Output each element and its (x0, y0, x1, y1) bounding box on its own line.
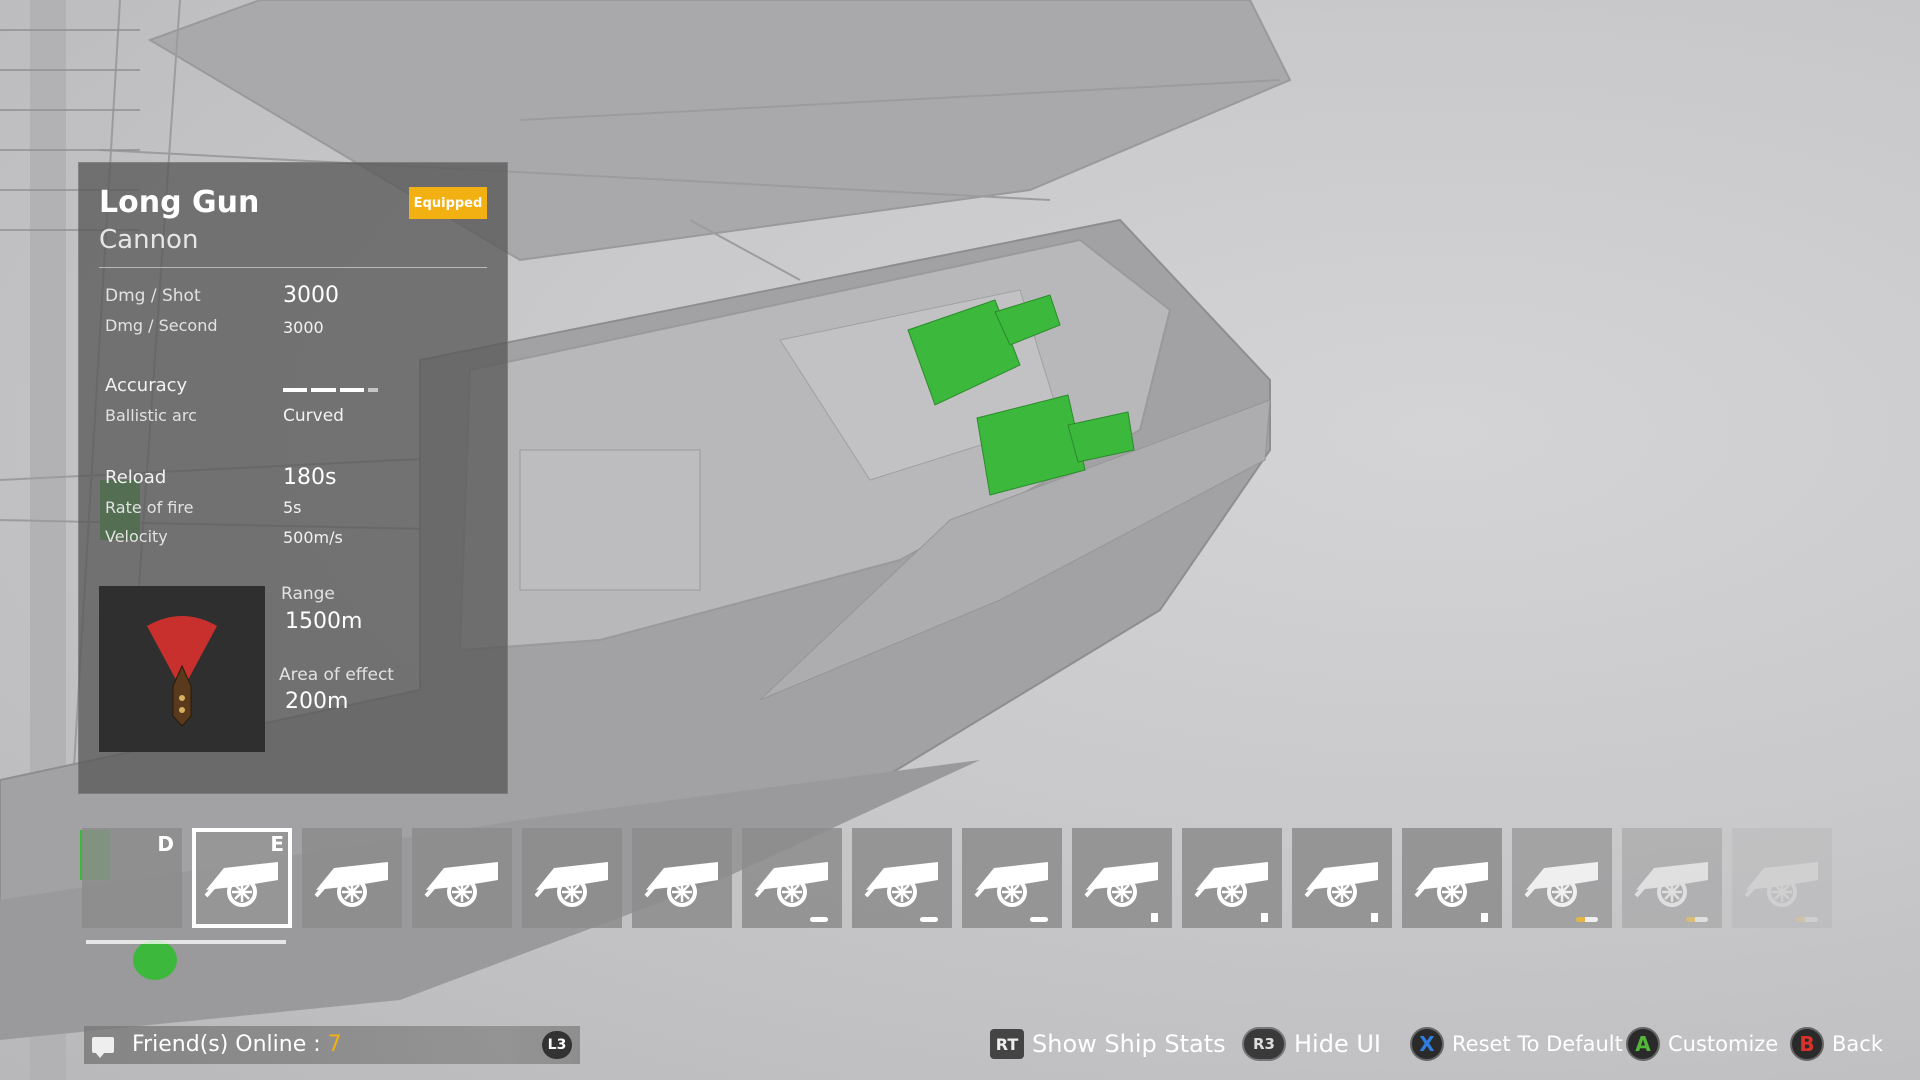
friends-online-count: 7 (327, 1032, 342, 1057)
weapon-slot[interactable] (1072, 828, 1172, 928)
weapon-slot[interactable] (852, 828, 952, 928)
upgrade-pip-icon (1481, 913, 1488, 922)
friends-online-bar[interactable]: Friend(s) Online : 7 L3 (84, 1026, 580, 1064)
back-hint[interactable]: B Back (1790, 1024, 1883, 1064)
accuracy-label: Accuracy (105, 375, 188, 396)
cannon-icon (1634, 862, 1708, 907)
reload-label: Reload (105, 467, 167, 488)
cannon-icon (974, 862, 1048, 907)
r3-button-icon: R3 (1242, 1027, 1286, 1061)
ammo-pip-icon (1030, 917, 1048, 922)
rt-button-icon: RT (990, 1029, 1024, 1059)
weapon-name: Long Gun (99, 185, 260, 220)
cannon-icon (1084, 862, 1158, 907)
upgrade-pip-icon (1151, 913, 1158, 922)
cannon-icon (1744, 862, 1818, 907)
reset-default-hint[interactable]: X Reset To Default (1410, 1024, 1623, 1064)
range-diagram (99, 586, 265, 752)
ballistic-arc-label: Ballistic arc (105, 406, 197, 425)
dmg-second-value: 3000 (283, 318, 324, 337)
weapon-slot[interactable] (1622, 828, 1722, 928)
cannon-icon (1524, 862, 1598, 907)
weapon-slot[interactable] (412, 828, 512, 928)
weapon-slot-bar: D E (82, 828, 1842, 928)
show-ship-stats-hint[interactable]: RT Show Ship Stats (990, 1024, 1226, 1064)
rarity-pip-icon (1796, 917, 1818, 922)
friends-online-text: Friend(s) Online : 7 (132, 1032, 342, 1057)
weapon-info-panel: Long Gun Cannon Equipped Dmg / Shot 3000… (78, 162, 508, 794)
weapon-slot[interactable] (1512, 828, 1612, 928)
cannon-icon (424, 862, 498, 907)
cannon-icon (534, 862, 608, 907)
cannon-icon (1194, 862, 1268, 907)
ballistic-arc-value: Curved (283, 406, 344, 426)
dmg-shot-value: 3000 (283, 283, 339, 308)
range-value: 1500m (285, 609, 363, 634)
ammo-pip-icon (810, 917, 828, 922)
aoe-label: Area of effect (279, 665, 394, 685)
accuracy-bar (283, 388, 378, 392)
rate-of-fire-value: 5s (283, 498, 302, 517)
ammo-pip-icon (920, 917, 938, 922)
rate-of-fire-label: Rate of fire (105, 498, 194, 517)
velocity-value: 500m/s (283, 528, 343, 547)
x-button-icon: X (1410, 1027, 1444, 1061)
dmg-second-label: Dmg / Second (105, 316, 218, 335)
hide-ui-label: Hide UI (1294, 1030, 1381, 1058)
weapon-slot[interactable] (1292, 828, 1392, 928)
weapon-slot[interactable] (302, 828, 402, 928)
cannon-icon (864, 862, 938, 907)
aoe-value: 200m (285, 689, 349, 714)
weapon-slot[interactable] (1182, 828, 1282, 928)
deck-structure (519, 449, 701, 591)
weapon-slot[interactable] (962, 828, 1062, 928)
slot-scroll-indicator (86, 940, 286, 944)
reset-default-label: Reset To Default (1452, 1032, 1623, 1056)
customize-label: Customize (1668, 1032, 1779, 1056)
weapon-slot[interactable] (522, 828, 622, 928)
cannon-icon (1414, 862, 1488, 907)
chat-icon (92, 1037, 114, 1058)
weapon-slot[interactable] (1402, 828, 1502, 928)
velocity-label: Velocity (105, 527, 168, 546)
cannon-icon (314, 862, 388, 907)
upgrade-pip-icon (1261, 913, 1268, 922)
l3-button-icon[interactable]: L3 (542, 1031, 572, 1059)
slot-key-label: D (157, 832, 174, 856)
a-button-icon: A (1626, 1027, 1660, 1061)
weapon-slot[interactable] (742, 828, 842, 928)
back-label: Back (1832, 1032, 1883, 1056)
cannon-icon (754, 862, 828, 907)
hide-ui-hint[interactable]: R3 Hide UI (1242, 1024, 1381, 1064)
dmg-shot-label: Dmg / Shot (105, 286, 201, 306)
reload-value: 180s (283, 465, 337, 490)
equipped-badge: Equipped (409, 187, 487, 219)
weapon-type: Cannon (99, 225, 199, 255)
customize-hint[interactable]: A Customize (1626, 1024, 1778, 1064)
weapon-slot[interactable] (1732, 828, 1832, 928)
cannon-icon (1304, 862, 1378, 907)
rarity-pip-icon (1686, 917, 1708, 922)
b-button-icon: B (1790, 1027, 1824, 1061)
slot-key-label: E (270, 832, 284, 856)
weapon-slot-selected[interactable]: E (192, 828, 292, 928)
friends-online-label: Friend(s) Online : (132, 1032, 328, 1057)
divider (99, 267, 487, 268)
weapon-slot-empty[interactable]: D (82, 828, 182, 928)
weapon-slot[interactable] (632, 828, 732, 928)
rarity-pip-icon (1576, 917, 1598, 922)
upgrade-pip-icon (1371, 913, 1378, 922)
range-label: Range (281, 584, 335, 604)
cannon-icon (644, 862, 718, 907)
show-ship-stats-label: Show Ship Stats (1032, 1030, 1226, 1058)
